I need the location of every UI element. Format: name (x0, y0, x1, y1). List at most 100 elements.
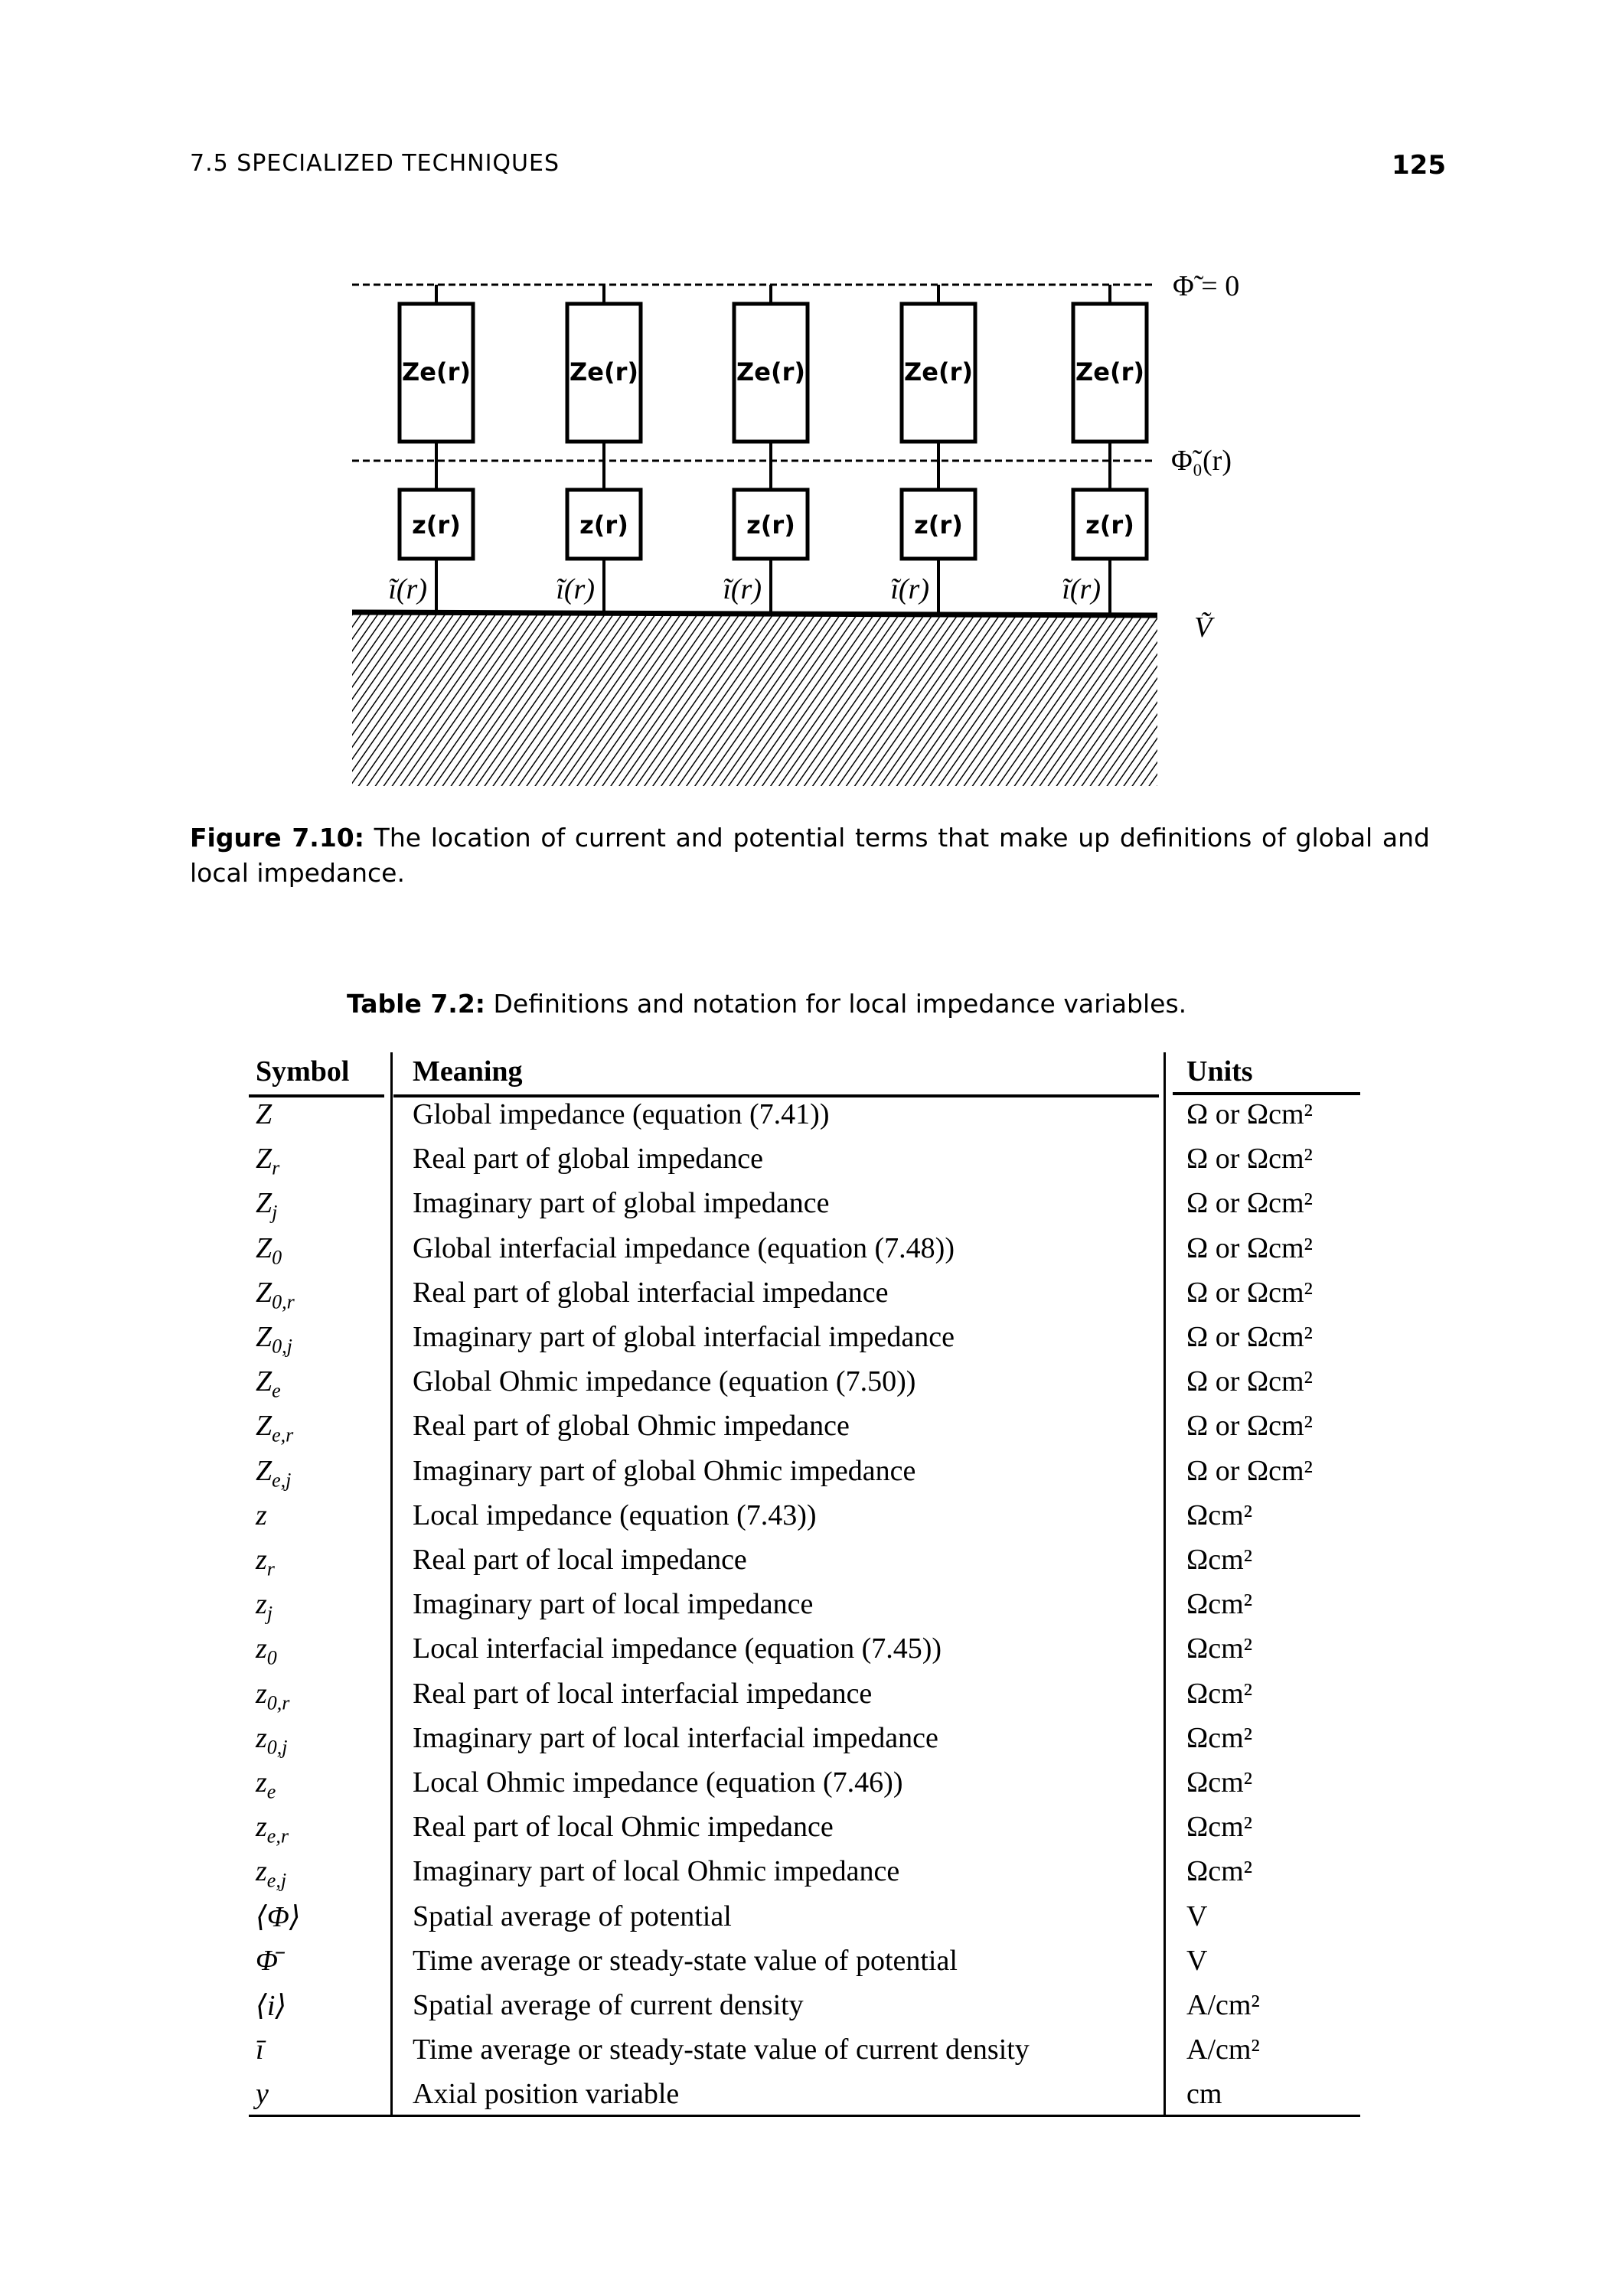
ground-potential-label: Ṽ (1194, 612, 1215, 644)
column-header-meaning: Meaning (413, 1055, 523, 1088)
symbol-cell: Z0,j (256, 1320, 292, 1358)
figure-7-10-diagram: Ze(r) z(r) ĩ(r) Ze(r) z(r) ĩ(r) Ze(r) z(r) ĩ(r) Z… (351, 270, 1239, 786)
symbol-cell: ze,j (256, 1854, 286, 1893)
symbol-subscript: e,r (272, 1424, 294, 1446)
symbol-cell: zj (256, 1587, 273, 1626)
local-impedance-label: z(r) (1085, 510, 1134, 540)
figure-caption: Figure 7.10: The location of current and… (190, 820, 1430, 891)
symbol-base: Z (256, 1098, 273, 1130)
symbol-base: Z (256, 1365, 273, 1398)
meaning-cell: Imaginary part of local interfacial impe… (413, 1721, 938, 1754)
symbol-base: Z (256, 1454, 273, 1487)
units-cell: A/cm² (1186, 2033, 1260, 2066)
meaning-cell: Local interfacial impedance (equation (7… (413, 1632, 942, 1665)
units-cell: Ω or Ωcm² (1186, 1187, 1313, 1220)
symbol-cell: ī (256, 2033, 264, 2066)
table-title-label: Table 7.2: (347, 989, 485, 1019)
meaning-cell: Time average or steady-state value of po… (413, 1944, 958, 1977)
ohmic-impedance-label: Ze(r) (736, 357, 805, 386)
header-rule-units (1173, 1092, 1360, 1095)
ohmic-impedance-label: Ze(r) (904, 357, 973, 386)
symbol-cell: Φ̄ (256, 1944, 278, 1978)
column-header-symbol: Symbol (256, 1055, 350, 1088)
symbol-cell: Z0 (256, 1231, 282, 1270)
meaning-cell: Axial position variable (413, 2078, 680, 2111)
meaning-cell: Local impedance (equation (7.43)) (413, 1499, 817, 1531)
units-cell: Ω or Ωcm² (1186, 1321, 1313, 1353)
current-label: ĩ(r) (1062, 573, 1101, 605)
symbol-subscript: e,j (272, 1469, 292, 1492)
units-cell: V (1186, 1900, 1208, 1932)
symbol-cell: z0 (256, 1632, 277, 1670)
units-cell: Ω or Ωcm² (1186, 1365, 1313, 1398)
symbol-base: z (256, 1855, 267, 1888)
mid-line-label: Φ̃₀(r) (1171, 445, 1232, 477)
electrode-surface (351, 609, 1158, 618)
units-cell: A/cm² (1186, 1989, 1260, 2021)
symbol-subscript: e,r (266, 1825, 289, 1848)
units-cell: Ωcm² (1186, 1499, 1253, 1531)
units-cell: Ωcm² (1186, 1766, 1253, 1799)
local-impedance-label: z(r) (579, 510, 628, 540)
meaning-cell: Local Ohmic impedance (equation (7.46)) (413, 1766, 903, 1799)
meaning-cell: Spatial average of current density (413, 1989, 804, 2021)
meaning-cell: Imaginary part of global interfacial imp… (413, 1321, 955, 1353)
symbol-subscript: r (272, 1156, 280, 1179)
symbol-subscript: j (266, 1602, 273, 1625)
current-label: ĩ(r) (723, 573, 762, 605)
meaning-cell: Global interfacial impedance (equation (… (413, 1231, 955, 1264)
symbol-cell: Ze,r (256, 1409, 293, 1447)
table-bottom-rule (249, 2115, 1360, 2117)
meaning-cell: Imaginary part of local Ohmic impedance (413, 1855, 900, 1888)
symbol-cell: z0,j (256, 1721, 288, 1760)
symbol-base: z (256, 1588, 267, 1621)
units-cell: Ω or Ωcm² (1186, 1143, 1313, 1176)
units-cell: Ω or Ωcm² (1186, 1410, 1313, 1443)
symbol-cell: y (256, 2077, 269, 2111)
symbol-cell: Ze (256, 1365, 281, 1403)
units-cell: Ωcm² (1186, 1677, 1253, 1710)
symbol-subscript: j (272, 1201, 278, 1224)
symbol-base: ī (256, 2033, 264, 2066)
symbol-base: z (256, 1544, 267, 1576)
meaning-cell: Real part of global interfacial impedanc… (413, 1276, 889, 1309)
symbol-base: ⟨Φ⟩ (256, 1900, 301, 1933)
figure-caption-text: The location of current and potential te… (190, 823, 1430, 888)
units-cell: Ωcm² (1186, 1855, 1253, 1888)
symbol-base: Z (256, 1143, 273, 1176)
meaning-cell: Imaginary part of local impedance (413, 1588, 814, 1621)
symbol-base: y (256, 2078, 269, 2111)
symbol-base: Z (256, 1276, 273, 1309)
symbol-subscript: e (272, 1379, 281, 1402)
units-cell: Ω or Ωcm² (1186, 1098, 1313, 1130)
symbol-subscript: r (266, 1557, 275, 1580)
units-cell: Ωcm² (1186, 1632, 1253, 1665)
column-separator-meaning-units (1164, 1052, 1166, 2116)
meaning-cell: Real part of local impedance (413, 1544, 747, 1576)
meaning-cell: Time average or steady-state value of cu… (413, 2033, 1030, 2066)
symbol-subscript: 0,j (266, 1736, 288, 1759)
symbol-base: Z (256, 1231, 273, 1264)
units-cell: Ω or Ωcm² (1186, 1454, 1313, 1487)
symbol-cell: z (256, 1499, 267, 1532)
units-cell: V (1186, 1944, 1208, 1977)
symbol-cell: ⟨i⟩ (256, 1988, 286, 2023)
units-cell: Ωcm² (1186, 1588, 1253, 1621)
symbol-base: z (256, 1632, 267, 1665)
symbol-cell: ⟨Φ⟩ (256, 1900, 301, 1934)
symbol-base: Z (256, 1321, 273, 1353)
symbol-base: z (256, 1766, 267, 1799)
symbol-cell: Z0,r (256, 1276, 295, 1314)
symbol-cell: zr (256, 1543, 275, 1581)
meaning-cell: Imaginary part of global impedance (413, 1187, 830, 1220)
table-title-text: Definitions and notation for local imped… (493, 989, 1187, 1019)
symbol-subscript: e,j (266, 1869, 287, 1892)
ohmic-impedance-label: Ze(r) (570, 357, 638, 386)
symbol-base: ⟨i⟩ (256, 1990, 287, 2022)
symbol-cell: Zj (256, 1186, 277, 1225)
symbol-base: z (256, 1811, 267, 1844)
meaning-cell: Global impedance (equation (7.41)) (413, 1098, 830, 1130)
meaning-cell: Spatial average of potential (413, 1900, 732, 1932)
symbol-base: z (256, 1721, 267, 1754)
meaning-cell: Real part of local interfacial impedance (413, 1677, 873, 1710)
